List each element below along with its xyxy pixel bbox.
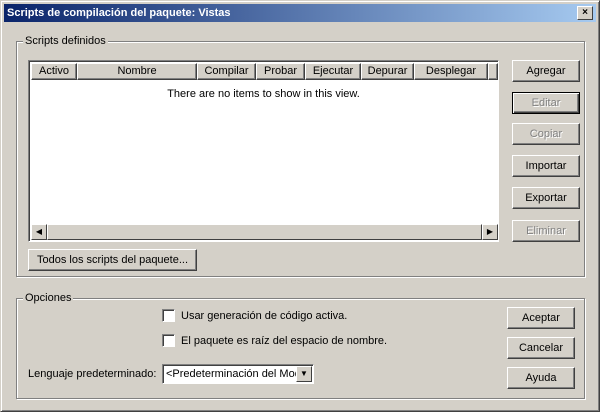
dropdown-button[interactable]: ▼ — [296, 366, 312, 382]
copy-button[interactable]: Copiar — [512, 123, 580, 145]
horizontal-scrollbar[interactable]: ◀ ▶ — [31, 224, 498, 240]
active-codegen-label: Usar generación de código activa. — [181, 309, 348, 322]
root-namespace-label: El paquete es raíz del espacio de nombre… — [181, 334, 388, 347]
column-header-filler — [488, 63, 498, 80]
cancel-button[interactable]: Cancelar — [507, 337, 575, 359]
column-header-compilar[interactable]: Compilar — [197, 63, 256, 80]
options-group-label: Opciones — [23, 292, 74, 305]
import-button[interactable]: Importar — [512, 155, 580, 177]
close-button[interactable]: × — [577, 6, 593, 20]
active-codegen-option[interactable]: Usar generación de código activa. — [162, 309, 347, 322]
root-namespace-option[interactable]: El paquete es raíz del espacio de nombre… — [162, 334, 387, 347]
dialog-window: Scripts de compilación del paquete: Vist… — [0, 0, 600, 412]
all-package-scripts-button[interactable]: Todos los scripts del paquete... — [28, 249, 197, 271]
arrow-right-icon: ▶ — [486, 227, 494, 236]
ok-button[interactable]: Aceptar — [507, 307, 575, 329]
default-language-label: Lenguaje predeterminado: — [28, 368, 157, 380]
scroll-right-button[interactable]: ▶ — [482, 224, 498, 240]
column-header-probar[interactable]: Probar — [256, 63, 305, 80]
help-button[interactable]: Ayuda — [507, 367, 575, 389]
add-button[interactable]: Agregar — [512, 60, 580, 82]
default-language-select[interactable]: <Predeterminación del Modelo> ▼ — [162, 364, 314, 384]
column-header-activo[interactable]: Activo — [31, 63, 77, 80]
title-bar[interactable]: Scripts de compilación del paquete: Vist… — [4, 4, 596, 22]
column-header-nombre[interactable]: Nombre — [77, 63, 197, 80]
default-language-value: <Predeterminación del Modelo> — [166, 368, 296, 380]
root-namespace-checkbox[interactable] — [162, 334, 175, 347]
close-icon: × — [582, 7, 588, 18]
scroll-left-button[interactable]: ◀ — [31, 224, 47, 240]
export-button[interactable]: Exportar — [512, 187, 580, 209]
listview-header: Activo Nombre Compilar Probar Ejecutar D… — [31, 63, 498, 80]
column-header-depurar[interactable]: Depurar — [361, 63, 414, 80]
window-title: Scripts de compilación del paquete: Vist… — [7, 7, 231, 19]
edit-button[interactable]: Editar — [512, 92, 580, 114]
chevron-down-icon: ▼ — [300, 369, 308, 378]
scripts-listview[interactable]: Activo Nombre Compilar Probar Ejecutar D… — [28, 60, 499, 242]
column-header-ejecutar[interactable]: Ejecutar — [305, 63, 361, 80]
empty-list-message: There are no items to show in this view. — [167, 88, 360, 100]
scrollbar-thumb[interactable] — [47, 224, 482, 240]
arrow-left-icon: ◀ — [35, 227, 43, 236]
active-codegen-checkbox[interactable] — [162, 309, 175, 322]
delete-button[interactable]: Eliminar — [512, 220, 580, 242]
column-header-desplegar[interactable]: Desplegar — [414, 63, 488, 80]
scripts-group-label: Scripts definidos — [23, 35, 108, 48]
